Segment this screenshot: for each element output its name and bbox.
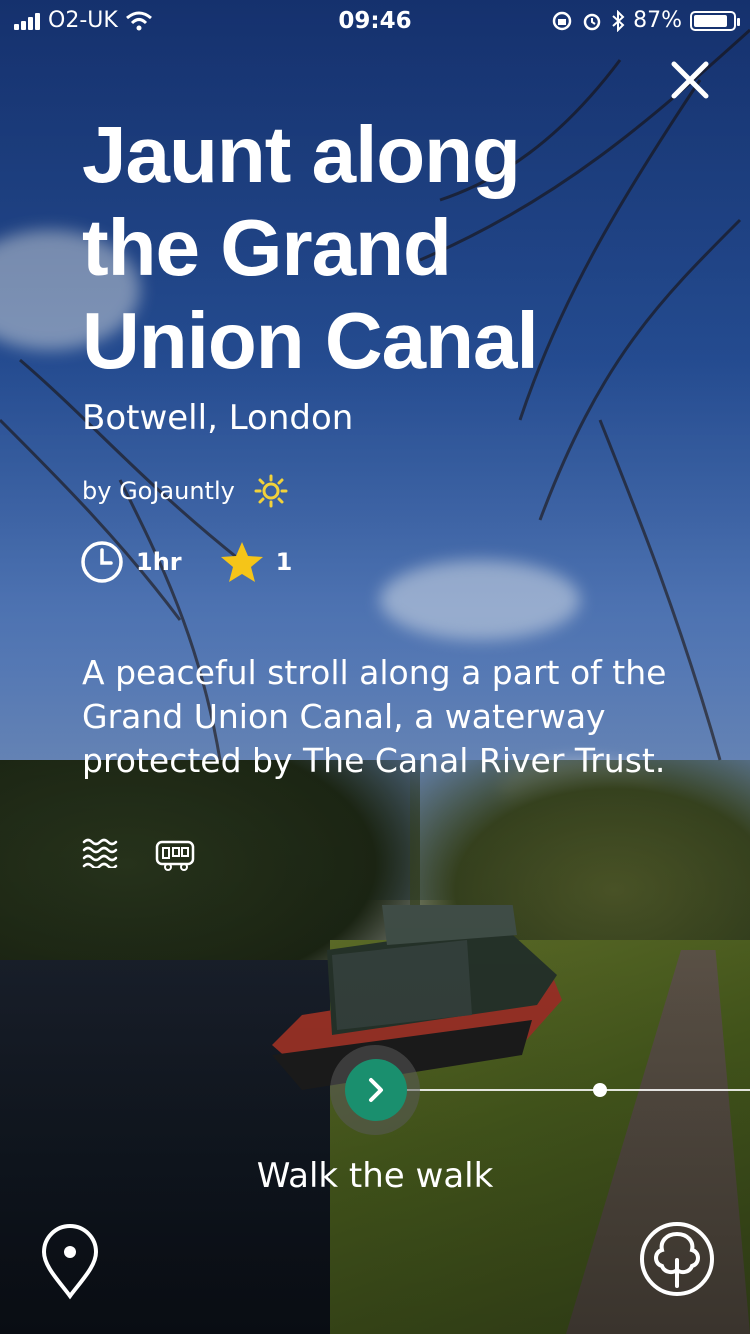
- sun-icon: [254, 474, 288, 508]
- battery-percent: 87%: [633, 8, 682, 33]
- clock-icon: [81, 541, 123, 583]
- author-row: by GoJauntly: [82, 473, 289, 509]
- status-right: 87%: [551, 8, 740, 33]
- status-bar: O2-UK 09:46 87%: [0, 0, 750, 40]
- orientation-lock-icon: [552, 11, 572, 30]
- walk-title: Jaunt along the Grand Union Canal: [82, 110, 539, 385]
- feature-tags: [82, 838, 198, 872]
- rating-label: 1: [275, 548, 293, 576]
- tree-icon[interactable]: [638, 1220, 716, 1298]
- battery-icon: [690, 10, 740, 31]
- caravan-icon: [155, 840, 195, 871]
- battery-fill: [694, 14, 728, 27]
- author-label[interactable]: by GoJauntly: [82, 477, 235, 505]
- chevron-right-icon: [369, 1078, 383, 1102]
- location-pin-icon[interactable]: [38, 1224, 102, 1300]
- water-icon: [82, 838, 118, 868]
- walk-location: Botwell, London: [82, 398, 354, 438]
- walk-the-walk-label: Walk the walk: [256, 1156, 494, 1196]
- close-icon[interactable]: [670, 60, 710, 100]
- star-icon: [220, 542, 263, 582]
- bluetooth-icon: [612, 9, 625, 32]
- walk-description: A peaceful stroll along a part of the Gr…: [82, 653, 667, 780]
- walk-slider-track[interactable]: [380, 1089, 750, 1091]
- walk-slider-handle[interactable]: [345, 1059, 407, 1121]
- meta-row: 1hr 1: [80, 540, 292, 584]
- duration-label: 1hr: [136, 548, 182, 576]
- walk-slider-end-dot: [593, 1083, 607, 1097]
- alarm-icon: [583, 13, 601, 30]
